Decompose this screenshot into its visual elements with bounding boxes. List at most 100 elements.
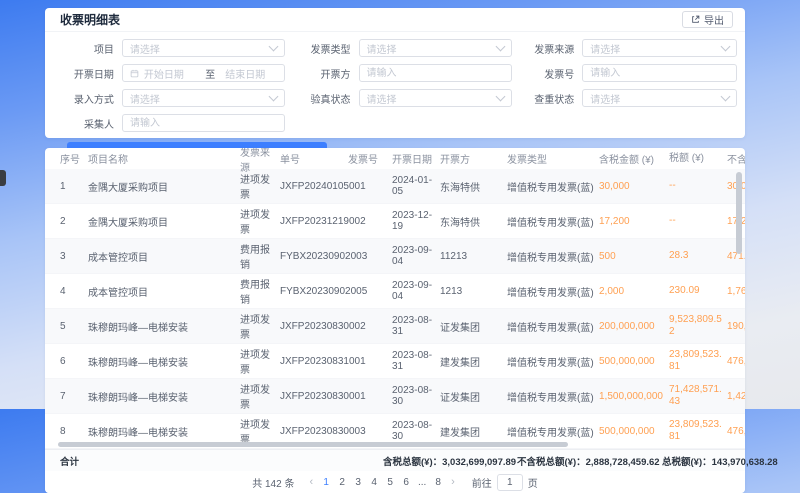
prev-page-icon[interactable]: ‹ <box>304 476 318 488</box>
col-tax: 税额 (¥) <box>669 153 727 165</box>
page-number-button[interactable]: 2 <box>334 477 350 488</box>
filter-dup-status-label: 查重状态 <box>512 91 582 106</box>
cell-source: 进项发票 <box>240 381 280 411</box>
filter-invoice-date-label: 开票日期 <box>45 66 122 81</box>
cell-order-no: FYBX20230902005 <box>280 286 348 297</box>
col-type: 发票类型 <box>507 151 599 166</box>
cell-amount-incl: 200,000,000 <box>599 321 669 332</box>
col-invoice-no: 发票号 <box>348 151 392 166</box>
page-number-button[interactable]: 4 <box>366 477 382 488</box>
table-body: 1 金隅大厦采购项目 进项发票 JXFP20240105001 2024-01-… <box>45 169 745 449</box>
next-page-icon[interactable]: › <box>446 476 460 488</box>
filter-form: 项目 请选择 发票类型 请选择 发票来源 请选择 开票日期 <box>45 32 745 162</box>
cell-project: 成本管控项目 <box>88 284 240 299</box>
cell-no: 7 <box>45 391 88 402</box>
filter-verify-status-select[interactable]: 请选择 <box>359 89 513 107</box>
summary-row: 合计 含税总额(¥)：3,032,699,097.89 不含税总额(¥)：2,8… <box>45 449 745 471</box>
cell-tax: 9,523,809.52 <box>669 314 727 338</box>
filter-invoice-source-placeholder: 请选择 <box>590 41 722 56</box>
filter-invoice-type-select[interactable]: 请选择 <box>359 39 513 57</box>
summary-label: 合计 <box>45 454 79 468</box>
floating-side-handle[interactable] <box>0 170 6 186</box>
cell-tax: 71,428,571.43 <box>669 384 727 408</box>
vertical-scrollbar[interactable] <box>736 172 742 254</box>
filter-dup-status-placeholder: 请选择 <box>590 91 722 106</box>
filter-project-select[interactable]: 请选择 <box>122 39 285 57</box>
cell-amount-excl: 476,190,476.19 <box>727 356 745 367</box>
goto-page-input[interactable] <box>497 474 523 491</box>
summary-tax-total: 总税额(¥)：143,970,638.28 <box>662 454 778 468</box>
table-row: 3 成本管控项目 费用报销 FYBX20230902003 2023-09-04… <box>45 239 745 274</box>
summary-incl-label: 含税总额(¥)： <box>383 457 442 468</box>
page-number-button[interactable]: 1 <box>318 477 334 488</box>
summary-tax-value: 143,970,638.28 <box>712 457 778 468</box>
cell-source: 进项发票 <box>240 171 280 201</box>
filter-dup-status-select[interactable]: 请选择 <box>582 89 737 107</box>
summary-excl-label: 不含税总额(¥)： <box>517 457 586 468</box>
summary-excl-value: 2,888,728,459.62 <box>586 457 660 468</box>
filter-collector-field <box>122 114 285 132</box>
filter-issuer-input[interactable] <box>367 65 505 81</box>
title-bar: 收票明细表 导出 <box>45 8 745 32</box>
filter-invoice-type-label: 发票类型 <box>285 41 359 56</box>
cell-order-no: JXFP20230830002 <box>280 321 348 332</box>
page-number-button[interactable]: 8 <box>430 477 446 488</box>
date-range-separator: 至 <box>195 66 225 81</box>
cell-amount-incl: 30,000 <box>599 181 669 192</box>
cell-no: 4 <box>45 286 88 297</box>
cell-type: 增值税专用发票(蓝) <box>507 319 599 334</box>
chevron-down-icon <box>496 42 506 52</box>
page-number-button[interactable]: 5 <box>382 477 398 488</box>
cell-order-no: JXFP20230830001 <box>280 391 348 402</box>
cell-amount-incl: 1,500,000,000 <box>599 391 669 402</box>
table-row: 1 金隅大厦采购项目 进项发票 JXFP20240105001 2024-01-… <box>45 169 745 204</box>
cell-type: 增值税专用发票(蓝) <box>507 284 599 299</box>
page-number-button[interactable]: 6 <box>398 477 414 488</box>
cell-type: 增值税专用发票(蓝) <box>507 214 599 229</box>
cell-no: 1 <box>45 181 88 192</box>
cell-date: 2023-12-19 <box>392 210 440 232</box>
filter-invoice-date-range[interactable]: 开始日期 至 结束日期 <box>122 64 285 82</box>
page-number-button[interactable]: ... <box>414 477 430 488</box>
cell-date: 2023-08-30 <box>392 420 440 442</box>
filter-collector-label: 采集人 <box>45 116 122 131</box>
cell-project: 珠穆朗玛峰—电梯安装 <box>88 424 240 439</box>
cell-type: 增值税专用发票(蓝) <box>507 389 599 404</box>
goto-label: 前往 <box>472 475 492 490</box>
page-number-button[interactable]: 3 <box>350 477 366 488</box>
filter-invoice-no-input[interactable] <box>590 65 729 81</box>
cell-issuer: 证发集团 <box>440 389 507 404</box>
cell-tax: 230.09 <box>669 285 727 297</box>
cell-order-no: JXFP20240105001 <box>280 181 348 192</box>
export-button[interactable]: 导出 <box>682 11 733 28</box>
cell-tax: -- <box>669 215 727 227</box>
col-order-no: 单号 <box>280 151 348 166</box>
filter-invoice-source-label: 发票来源 <box>512 41 582 56</box>
summary-incl-value: 3,032,699,097.89 <box>442 457 516 468</box>
filter-collector-input[interactable] <box>130 115 277 131</box>
cell-amount-incl: 500,000,000 <box>599 426 669 437</box>
cell-date: 2023-08-31 <box>392 315 440 337</box>
table-row: 5 珠穆朗玛峰—电梯安装 进项发票 JXFP20230830002 2023-0… <box>45 309 745 344</box>
chevron-down-icon <box>721 42 731 52</box>
cell-no: 3 <box>45 251 88 262</box>
horizontal-scrollbar[interactable] <box>58 442 568 447</box>
col-source: 发票来源 <box>240 148 280 174</box>
filter-invoice-source-select[interactable]: 请选择 <box>582 39 737 57</box>
cell-issuer: 证发集团 <box>440 319 507 334</box>
filter-invoice-no-label: 发票号 <box>512 66 582 81</box>
calendar-icon <box>130 69 139 78</box>
filter-entry-method-select[interactable]: 请选择 <box>122 89 285 107</box>
export-icon <box>691 15 700 24</box>
cell-source: 进项发票 <box>240 206 280 236</box>
cell-tax: 28.3 <box>669 250 727 262</box>
page-title: 收票明细表 <box>60 11 120 28</box>
filter-project-label: 项目 <box>45 41 122 56</box>
filter-entry-method-placeholder: 请选择 <box>130 91 270 106</box>
filter-invoice-no-field <box>582 64 737 82</box>
cell-amount-incl: 500 <box>599 251 669 262</box>
cell-source: 费用报销 <box>240 241 280 271</box>
cell-project: 珠穆朗玛峰—电梯安装 <box>88 354 240 369</box>
cell-amount-excl: 476,190,476.19 <box>727 426 745 437</box>
table-panel: 序号 项目名称 发票来源 单号 发票号 开票日期 开票方 发票类型 含税金额 (… <box>45 148 745 493</box>
